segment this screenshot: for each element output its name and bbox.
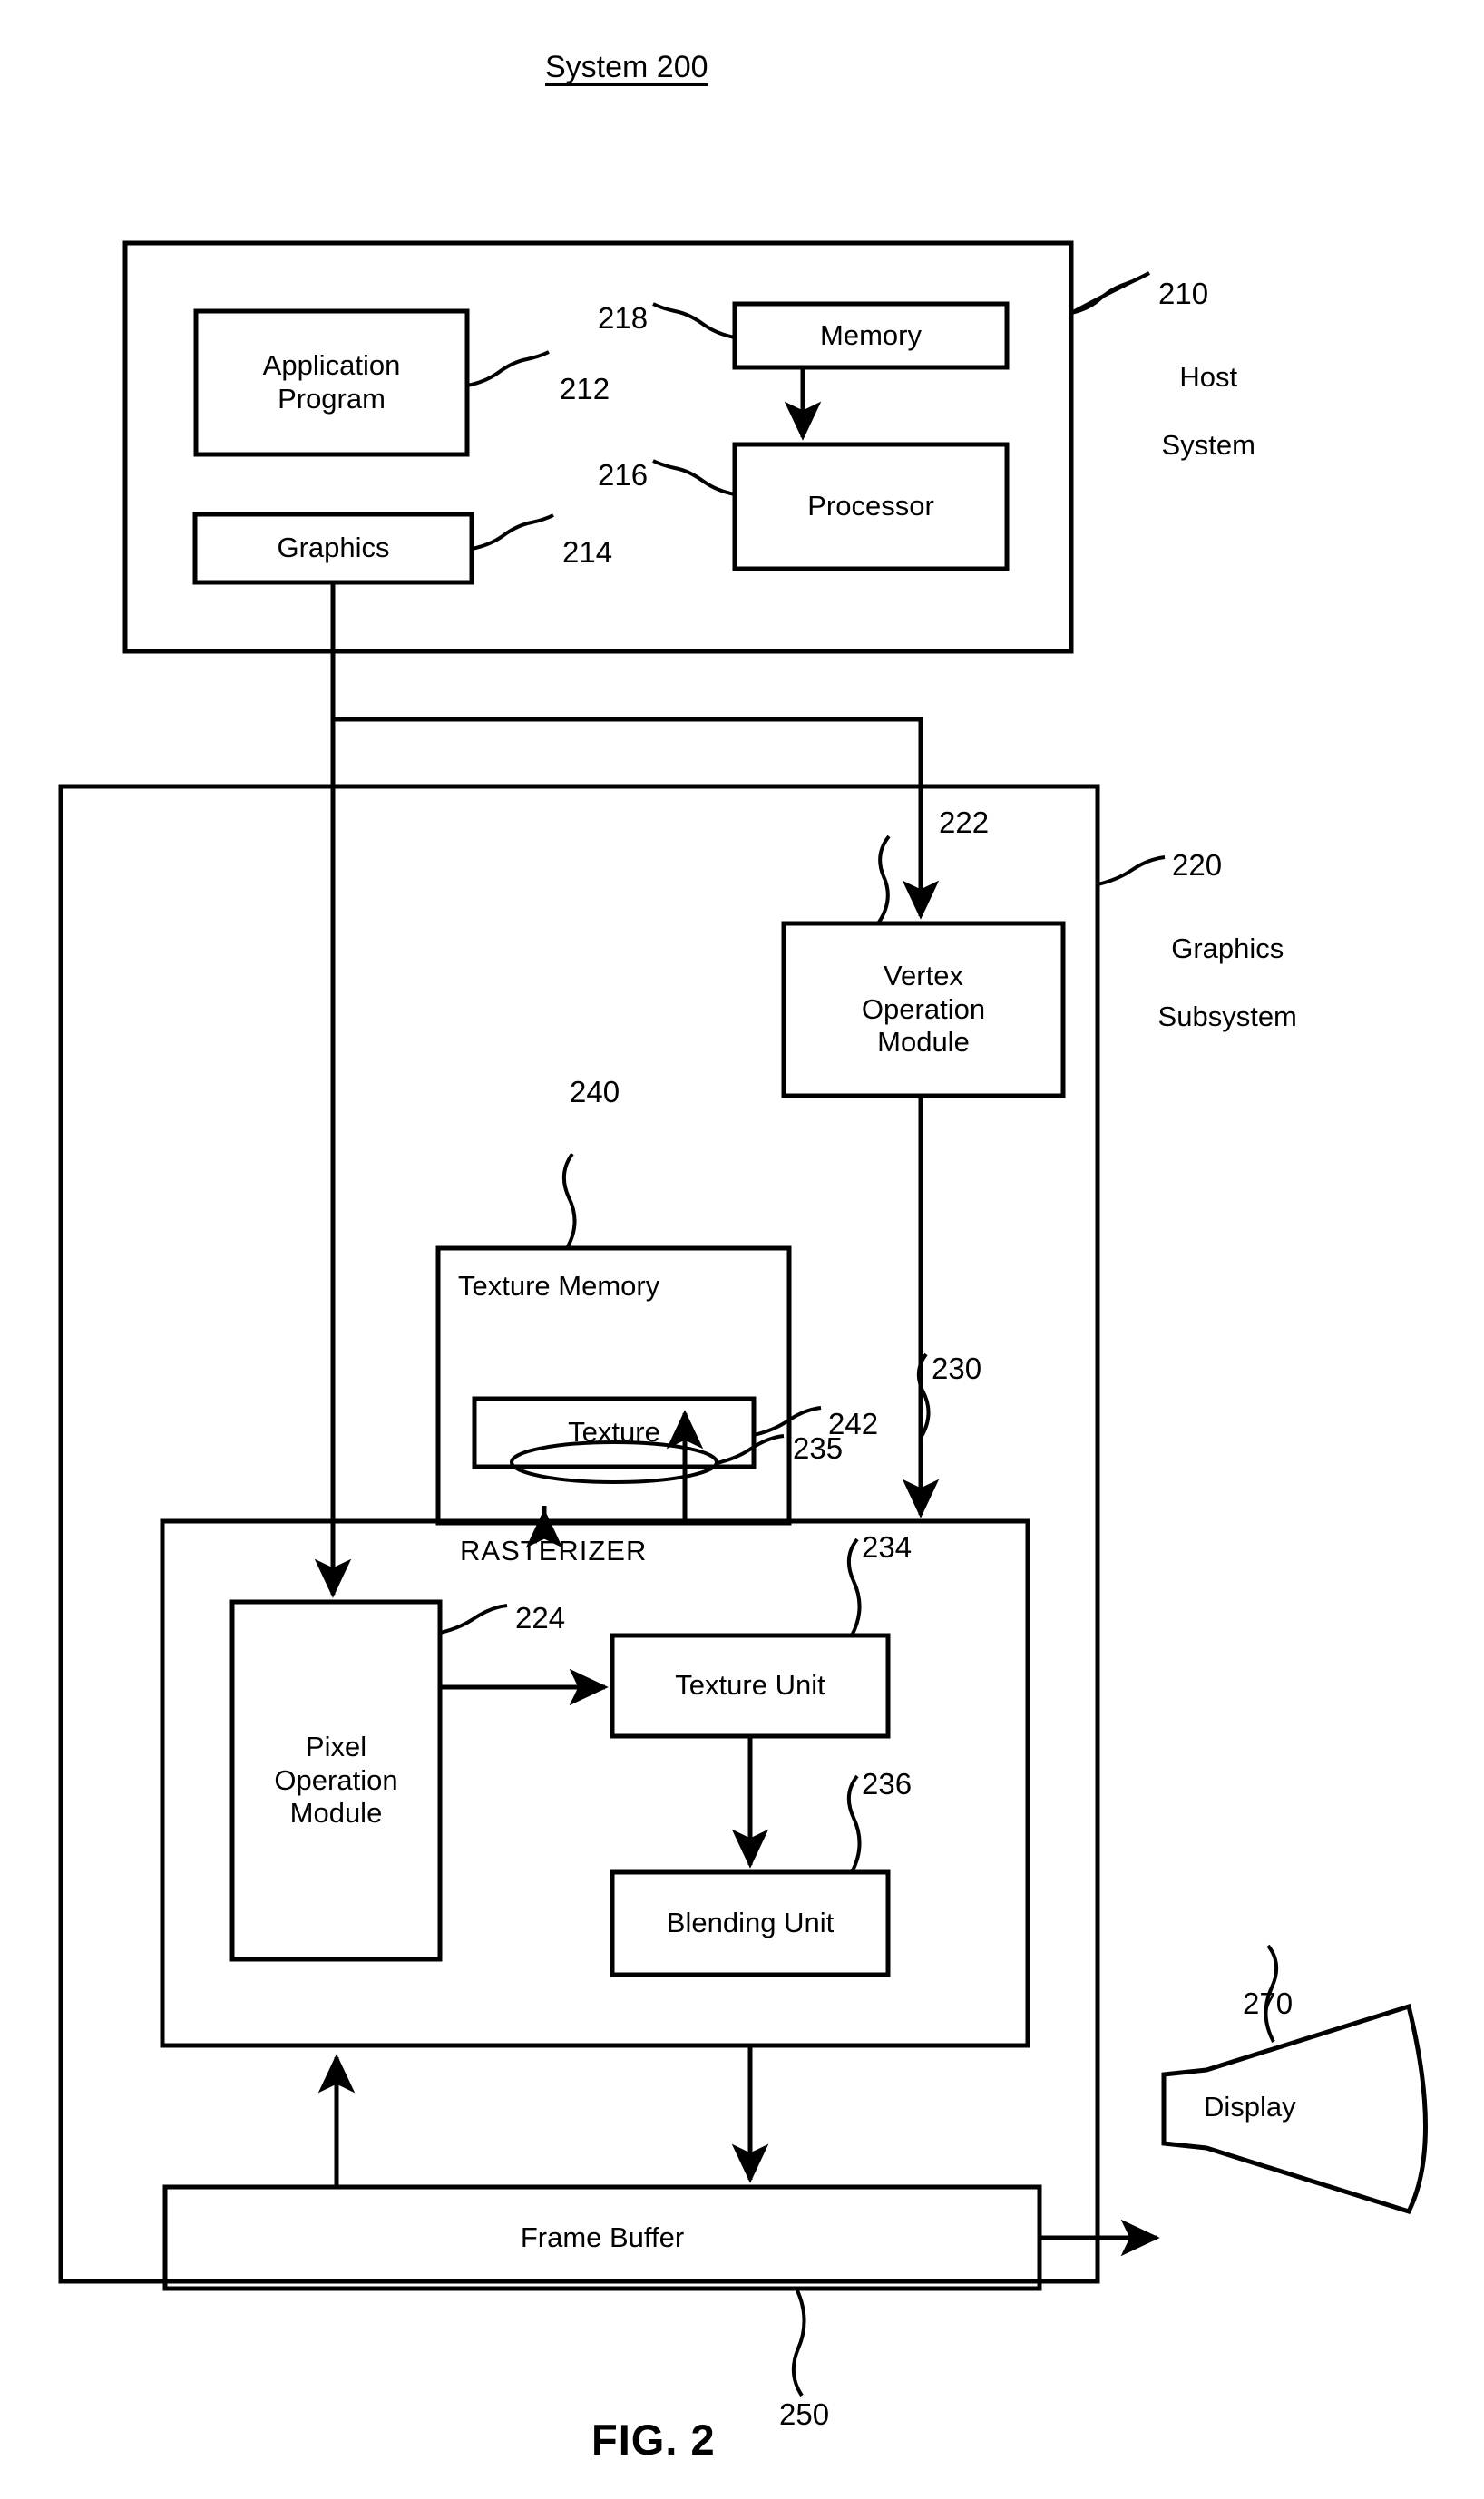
leader-240: [561, 1152, 577, 1249]
ref-236: 236: [862, 1767, 913, 1801]
graphics-subsystem-label: Graphics Subsystem: [1108, 898, 1316, 1067]
ref-210: 210: [1158, 277, 1209, 310]
pixel-operation-module-label: Pixel Operation Module: [274, 1731, 398, 1830]
leader-236: [846, 1774, 862, 1873]
texture-unit-label: Texture Unit: [675, 1669, 825, 1702]
graphics-subsystem-label-line2: Subsystem: [1157, 1000, 1297, 1032]
graphics-bus-to-vertex: [330, 582, 940, 920]
graphics-label: Graphics: [277, 532, 390, 564]
leader-214: [471, 513, 554, 551]
host-system-label: Host System: [1107, 327, 1279, 495]
processor-label: Processor: [807, 490, 934, 522]
leader-230: [916, 1352, 931, 1440]
host-system-label-line2: System: [1161, 428, 1255, 461]
texture-memory-label: Texture Memory: [458, 1270, 660, 1302]
ref-235: 235: [793, 1431, 844, 1465]
figure-title: System 200: [545, 50, 708, 84]
leader-210: [1070, 271, 1150, 315]
leader-218: [652, 302, 736, 339]
ref-230: 230: [932, 1352, 982, 1385]
leader-216: [652, 459, 736, 496]
ref-212: 212: [560, 372, 610, 405]
leader-220: [1097, 855, 1166, 886]
memory-label: Memory: [820, 318, 922, 351]
ref-214: 214: [562, 535, 613, 569]
ref-234: 234: [862, 1530, 913, 1564]
ref-222: 222: [939, 805, 990, 839]
host-system-label-line1: Host: [1179, 361, 1238, 394]
ref-216: 216: [598, 458, 649, 492]
ref-218: 218: [598, 301, 649, 335]
leader-212: [466, 350, 550, 387]
ref-224: 224: [515, 1601, 566, 1635]
texture-label: Texture: [568, 1416, 660, 1449]
leader-250: [791, 2288, 806, 2397]
display-label: Display: [1204, 2091, 1296, 2123]
frame-buffer-label: Frame Buffer: [520, 2221, 685, 2253]
ref-240: 240: [570, 1075, 620, 1108]
application-program-label: Application Program: [262, 349, 401, 415]
vertex-operation-module-label: Vertex Operation Module: [861, 960, 986, 1059]
ref-220: 220: [1172, 848, 1223, 882]
leader-234: [846, 1537, 862, 1636]
rasterizer-label: RASTERIZER: [460, 1535, 648, 1567]
leader-224: [439, 1604, 508, 1635]
ref-250: 250: [779, 2397, 830, 2431]
leader-222: [876, 835, 891, 925]
figure-caption: FIG. 2: [591, 2416, 716, 2464]
graphics-subsystem-label-line1: Graphics: [1171, 932, 1284, 965]
patent-figure-2: System 200 Application Program Graphics …: [0, 0, 1484, 2499]
blending-unit-label: Blending Unit: [666, 1907, 835, 1939]
ref-270: 270: [1243, 1987, 1294, 2020]
